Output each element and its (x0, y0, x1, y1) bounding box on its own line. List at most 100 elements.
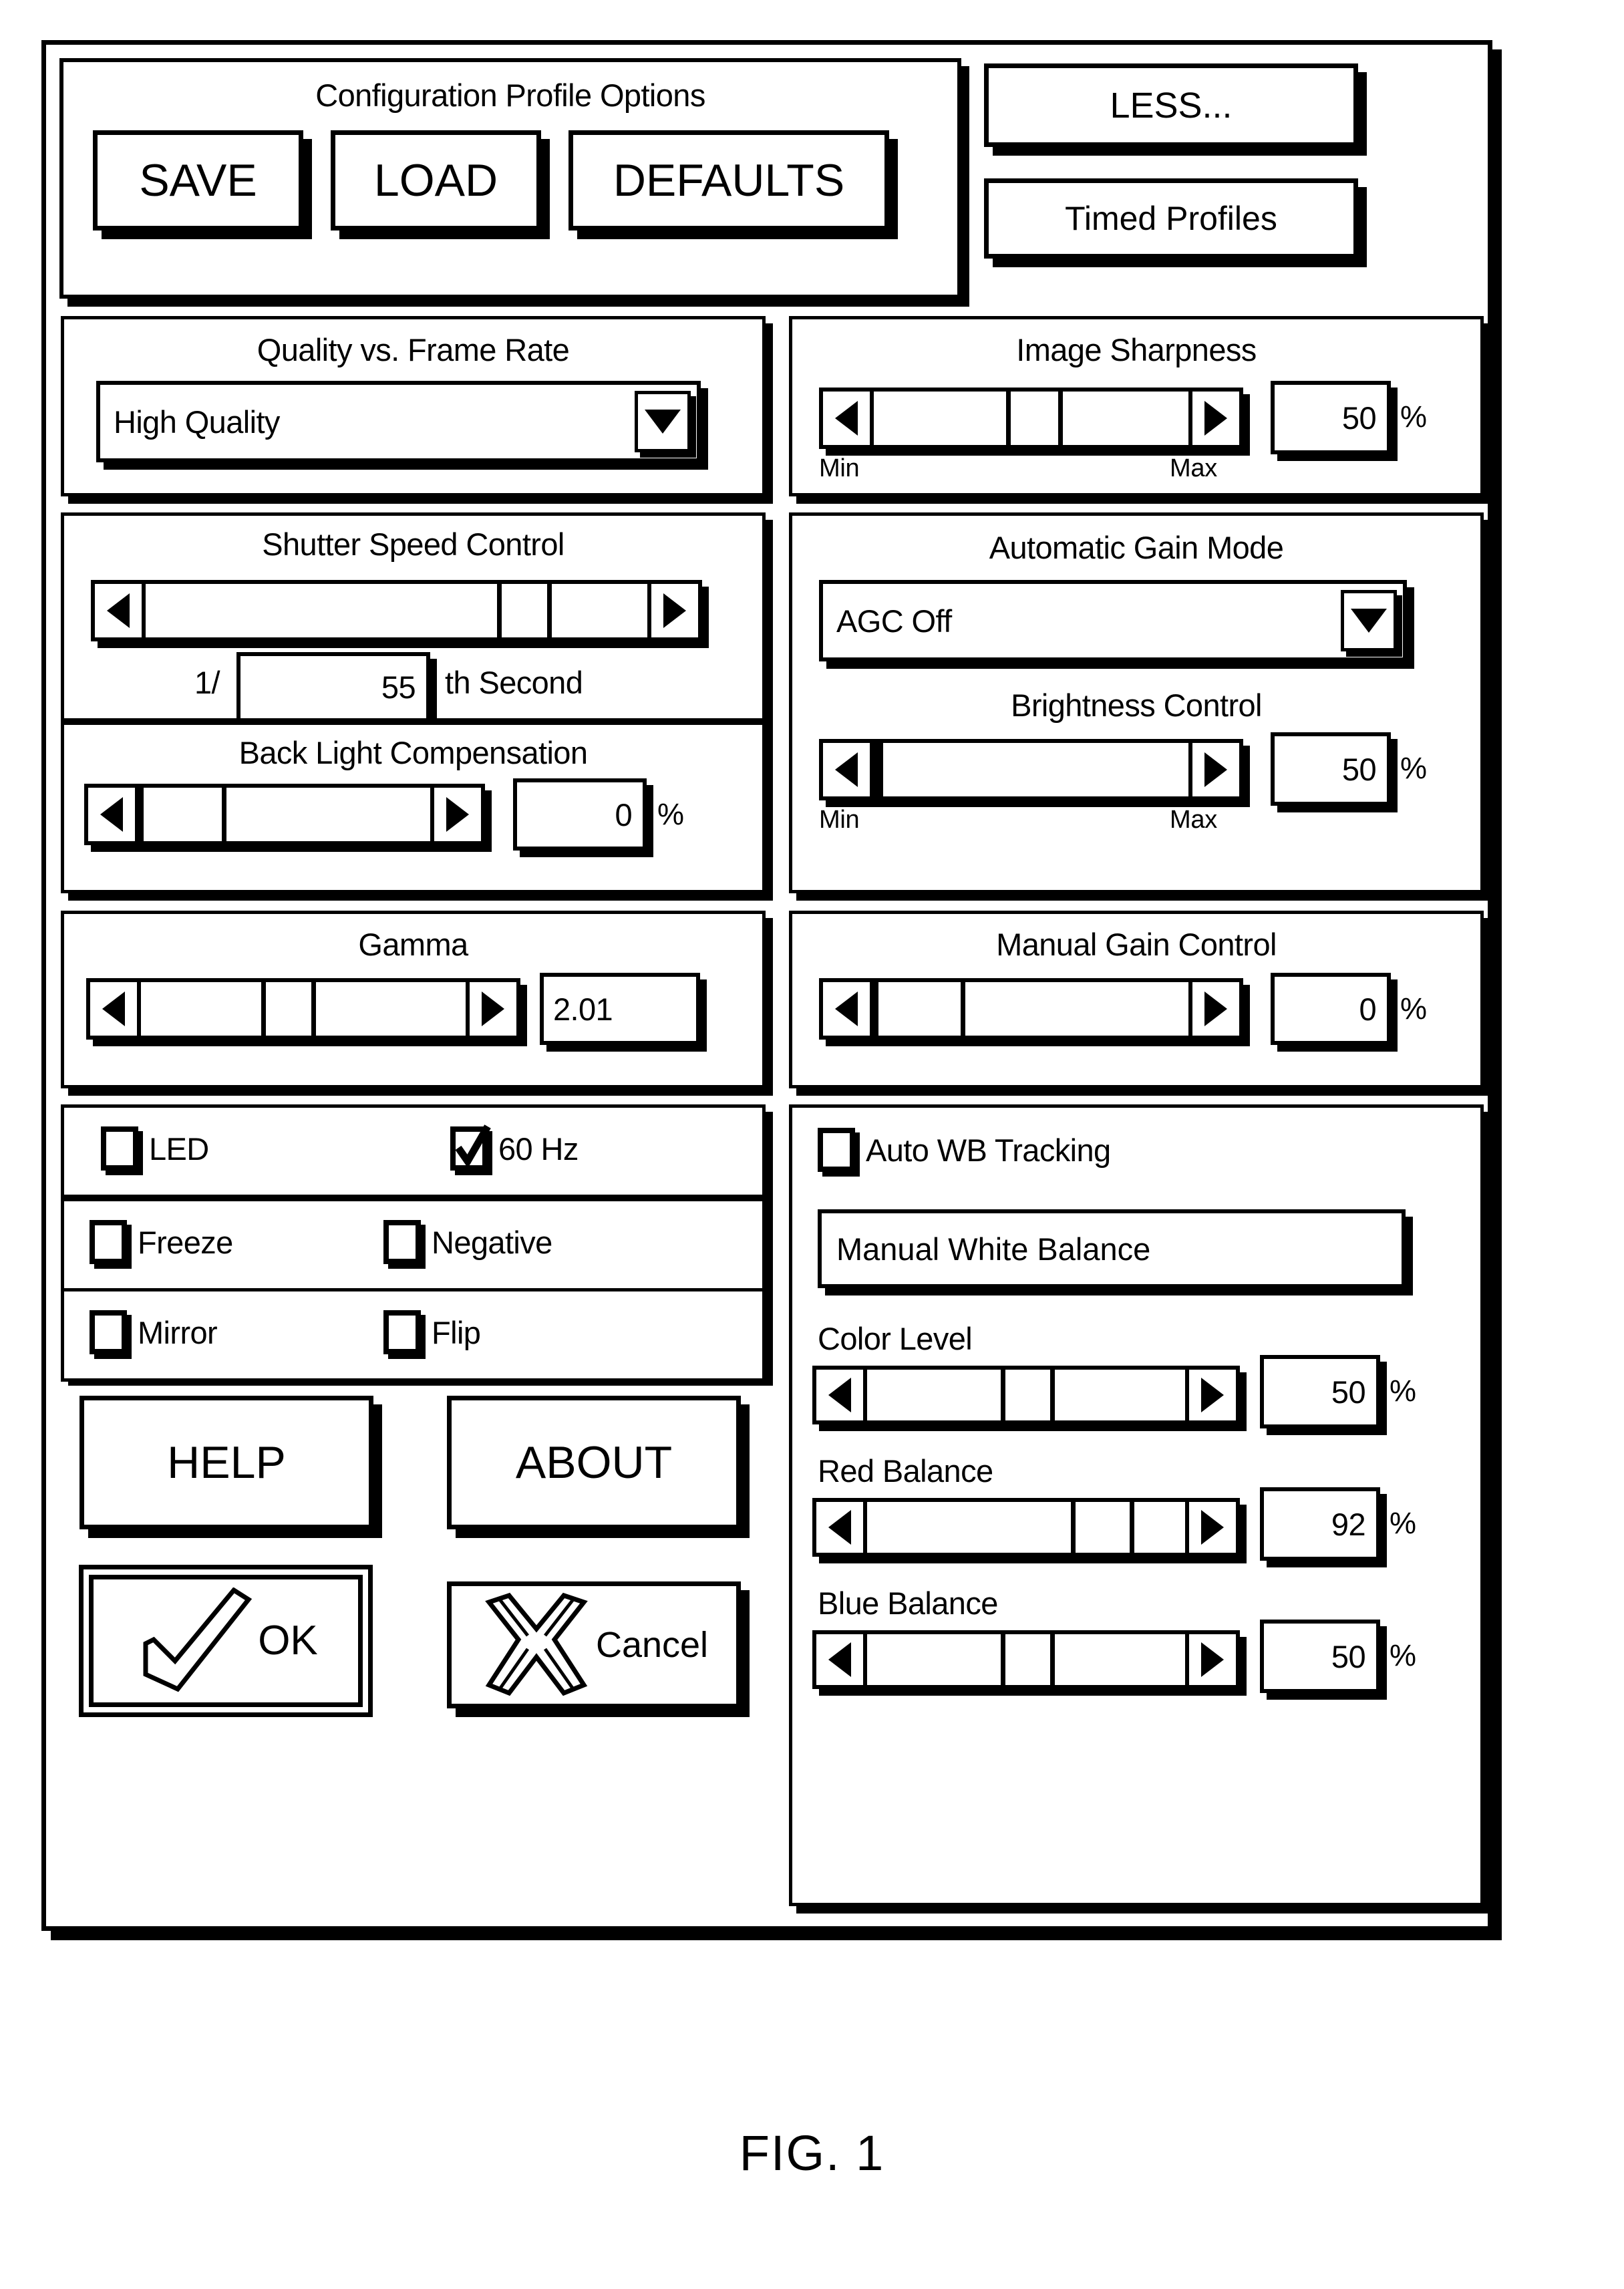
gamma-value: 2.01 (553, 991, 613, 1027)
slider-left-arrow-icon[interactable] (823, 392, 874, 445)
shutter-speed-prefix: 1/ (194, 665, 220, 700)
slider-track[interactable] (139, 788, 430, 841)
manual-white-balance-button[interactable]: Manual White Balance (818, 1209, 1406, 1288)
slider-left-arrow-icon[interactable] (816, 1502, 867, 1553)
timed-profiles-button[interactable]: Timed Profiles (984, 178, 1358, 259)
checkbox-flip-box[interactable] (383, 1310, 421, 1354)
slider-right-arrow-icon[interactable] (430, 788, 481, 841)
slider-right-arrow-icon[interactable] (647, 584, 698, 637)
shutter-speed-slider[interactable] (91, 580, 702, 641)
slider-left-arrow-icon[interactable] (816, 1634, 867, 1685)
less-button-label: LESS... (1110, 85, 1233, 126)
checkmark-icon (455, 1124, 491, 1169)
slider-track[interactable] (867, 1634, 1185, 1685)
back-light-compensation-value-field[interactable]: 0 (513, 778, 647, 851)
slider-track[interactable] (867, 1502, 1185, 1553)
manual-gain-control-slider[interactable] (819, 978, 1243, 1040)
slider-left-arrow-icon[interactable] (95, 584, 146, 637)
slider-right-arrow-icon[interactable] (1185, 1634, 1236, 1685)
defaults-button[interactable]: DEFAULTS (569, 130, 889, 231)
checkbox-auto-wb-tracking-box[interactable] (818, 1128, 855, 1172)
checkbox-auto-wb-tracking[interactable]: Auto WB Tracking (818, 1128, 1111, 1172)
manual-gain-control-value-field[interactable]: 0 (1271, 973, 1391, 1045)
manual-gain-panel: Manual Gain Control 0 % (789, 911, 1484, 1088)
slider-thumb[interactable] (874, 743, 883, 796)
chevron-down-icon[interactable] (1341, 590, 1397, 651)
save-button[interactable]: SAVE (93, 130, 303, 231)
shutter-speed-value-field[interactable]: 55 (236, 652, 430, 722)
checkbox-negative-box[interactable] (383, 1220, 421, 1264)
manual-gain-control-value: 0 (1359, 991, 1376, 1027)
slider-thumb[interactable] (261, 982, 317, 1036)
checkbox-flip-label: Flip (432, 1314, 481, 1350)
slider-track[interactable] (146, 584, 647, 637)
image-sharpness-value-field[interactable]: 50 (1271, 381, 1391, 454)
slider-left-arrow-icon[interactable] (823, 982, 874, 1036)
slider-track[interactable] (141, 982, 466, 1036)
checkbox-negative[interactable]: Negative (383, 1220, 552, 1264)
automatic-gain-mode-title: Automatic Gain Mode (989, 530, 1284, 565)
slider-thumb[interactable] (1070, 1502, 1134, 1553)
slider-thumb[interactable] (1005, 392, 1063, 445)
slider-right-arrow-icon[interactable] (1185, 1370, 1236, 1420)
quality-frame-rate-dropdown[interactable]: High Quality (96, 381, 701, 462)
about-button[interactable]: ABOUT (447, 1396, 741, 1529)
checkbox-60hz-box[interactable] (450, 1124, 491, 1171)
red-balance-value-field[interactable]: 92 (1260, 1487, 1380, 1561)
blue-balance-slider[interactable] (812, 1630, 1240, 1689)
automatic-gain-mode-dropdown[interactable]: AGC Off (819, 580, 1407, 661)
slider-right-arrow-icon[interactable] (1188, 982, 1239, 1036)
gamma-slider[interactable] (86, 978, 520, 1040)
brightness-control-value: 50 (1341, 751, 1377, 787)
blue-balance-value-field[interactable]: 50 (1260, 1620, 1380, 1693)
chevron-down-icon[interactable] (635, 391, 691, 452)
toggles-row-3: Mirror Flip (61, 1288, 766, 1382)
brightness-control-value-field[interactable]: 50 (1271, 732, 1391, 806)
configuration-profile-group: Configuration Profile Options SAVE LOAD … (59, 58, 961, 299)
cancel-button[interactable]: Cancel (447, 1581, 741, 1708)
load-button[interactable]: LOAD (331, 130, 541, 231)
slider-track[interactable] (874, 982, 1188, 1036)
slider-track[interactable] (874, 392, 1188, 445)
shutter-speed-value: 55 (381, 669, 416, 705)
slider-left-arrow-icon[interactable] (823, 743, 874, 796)
red-balance-slider[interactable] (812, 1498, 1240, 1557)
image-sharpness-slider[interactable] (819, 388, 1243, 449)
slider-track[interactable] (874, 743, 1188, 796)
checkbox-led-box[interactable] (101, 1126, 138, 1171)
slider-thumb[interactable] (496, 584, 552, 637)
checkbox-freeze[interactable]: Freeze (90, 1220, 233, 1264)
white-balance-panel: Auto WB Tracking Manual White Balance Co… (789, 1104, 1484, 1906)
brightness-control-slider[interactable] (819, 739, 1243, 800)
checkbox-mirror-box[interactable] (90, 1310, 127, 1354)
help-button[interactable]: HELP (79, 1396, 373, 1529)
back-light-compensation-slider[interactable] (84, 784, 485, 845)
slider-right-arrow-icon[interactable] (1188, 743, 1239, 796)
checkbox-led[interactable]: LED (101, 1126, 209, 1171)
ok-button[interactable]: OK (89, 1575, 363, 1707)
slider-left-arrow-icon[interactable] (90, 982, 141, 1036)
slider-track[interactable] (867, 1370, 1185, 1420)
checkbox-flip[interactable]: Flip (383, 1310, 481, 1354)
checkbox-led-label: LED (149, 1130, 209, 1167)
image-sharpness-unit: % (1400, 400, 1428, 434)
checkbox-mirror[interactable]: Mirror (90, 1310, 218, 1354)
quality-frame-rate-panel: Quality vs. Frame Rate High Quality (61, 316, 766, 496)
cancel-button-label: Cancel (595, 1625, 709, 1665)
slider-left-arrow-icon[interactable] (816, 1370, 867, 1420)
checkbox-freeze-box[interactable] (90, 1220, 127, 1264)
checkbox-60hz[interactable]: 60 Hz (450, 1124, 579, 1171)
less-button[interactable]: LESS... (984, 63, 1358, 147)
slider-right-arrow-icon[interactable] (1188, 392, 1239, 445)
color-level-slider[interactable] (812, 1366, 1240, 1424)
slider-right-arrow-icon[interactable] (466, 982, 516, 1036)
slider-right-arrow-icon[interactable] (1185, 1502, 1236, 1553)
color-level-value-field[interactable]: 50 (1260, 1355, 1380, 1428)
slider-thumb[interactable] (1000, 1634, 1055, 1685)
slider-thumb[interactable] (139, 788, 226, 841)
image-sharpness-max-label: Max (1170, 454, 1217, 482)
slider-thumb[interactable] (1000, 1370, 1055, 1420)
slider-thumb[interactable] (874, 982, 965, 1036)
gamma-value-field[interactable]: 2.01 (540, 973, 700, 1045)
slider-left-arrow-icon[interactable] (88, 788, 139, 841)
